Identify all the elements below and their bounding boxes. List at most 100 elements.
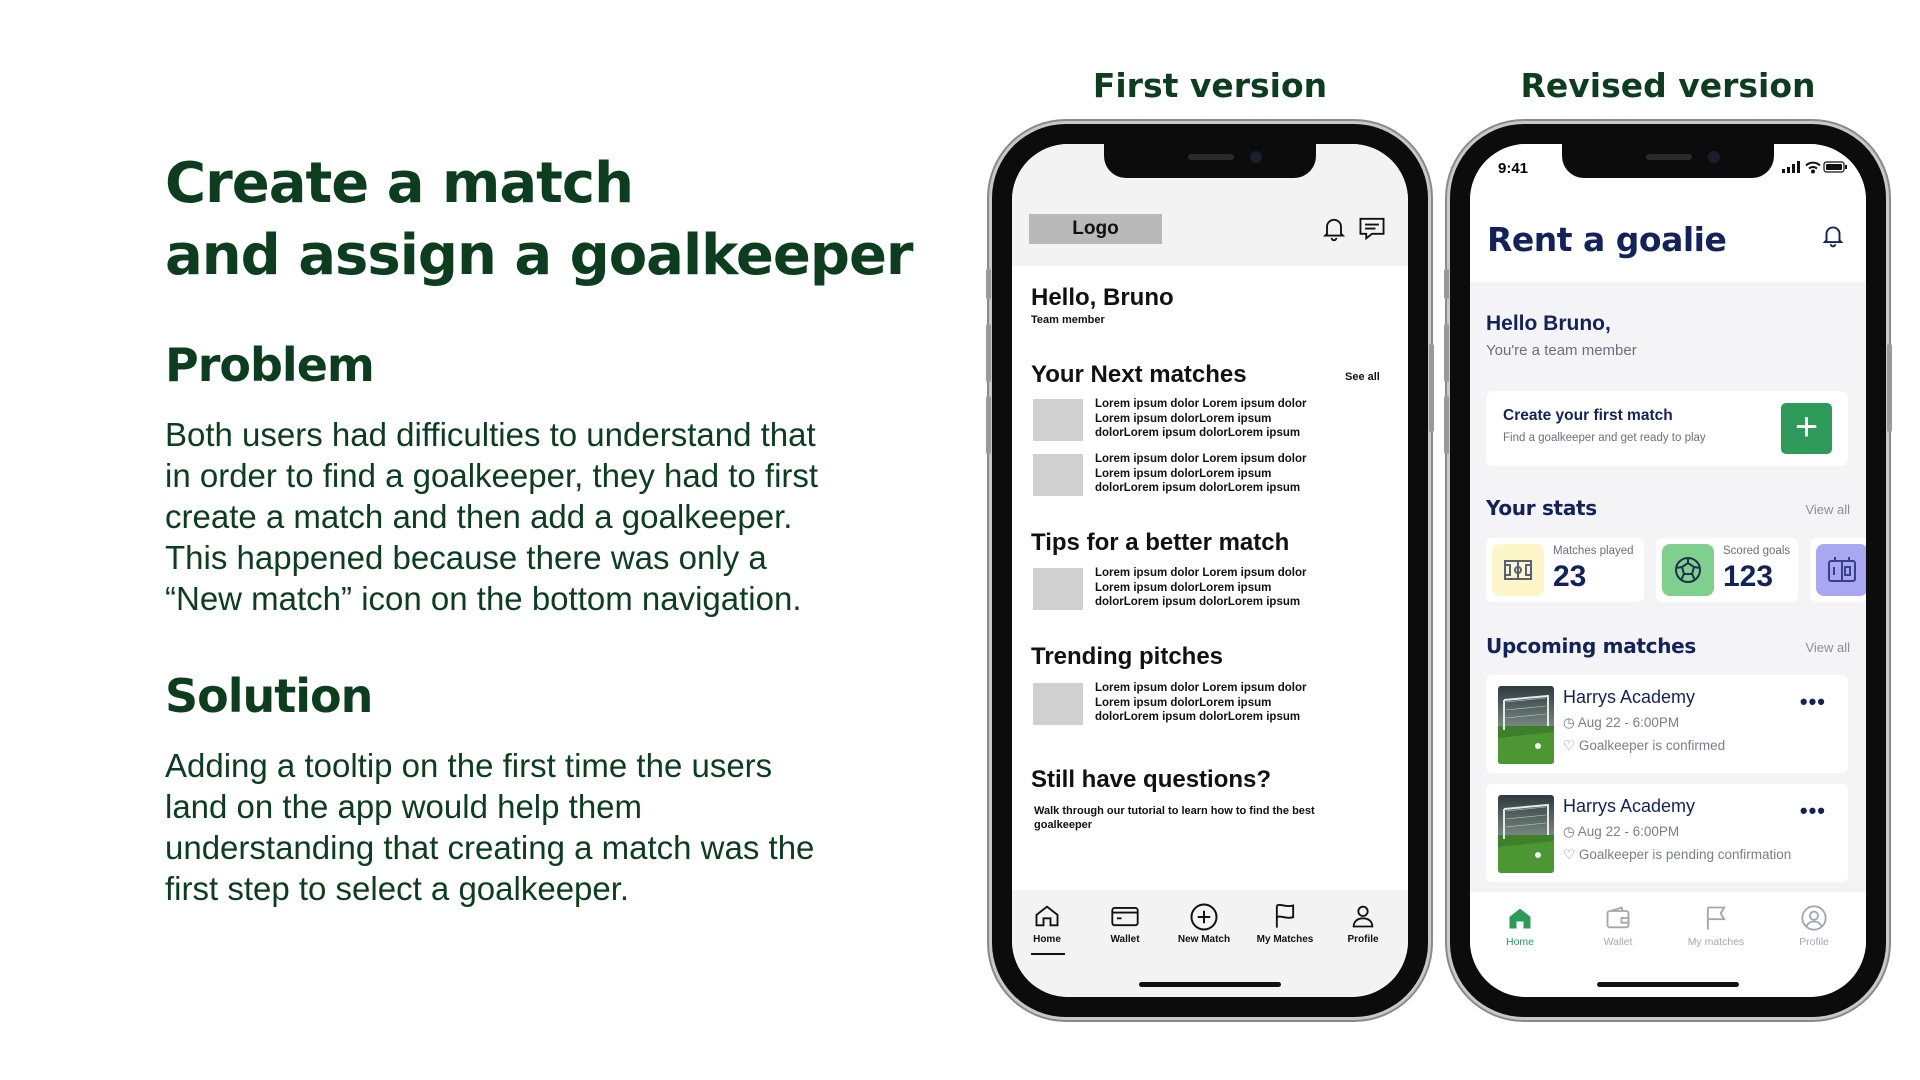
signal-icon (1782, 161, 1800, 173)
active-tab-indicator (1031, 953, 1065, 955)
revised-version-label: Revised version (1520, 66, 1816, 105)
match-status-text: Goalkeeper is confirmed (1578, 738, 1726, 753)
stats-view-all-link[interactable]: View all (1805, 502, 1850, 517)
stat-card-partial (1810, 538, 1866, 602)
pitch-photo (1498, 686, 1554, 764)
nav-label: My Matches (1256, 934, 1314, 945)
problem-line: create a match and then add a goalkeeper… (165, 498, 793, 535)
wallet-icon (1111, 907, 1139, 927)
match-name: Harrys Academy (1563, 796, 1696, 816)
nav-label: My matches (1687, 936, 1745, 948)
solution-line: first step to select a goalkeeper. (165, 870, 630, 907)
phone-notch (1104, 144, 1316, 178)
match-card[interactable]: Harrys Academy ◷ Aug 22 - 6:00PM ♡ Goalk… (1486, 784, 1848, 882)
pitch-photo (1498, 795, 1554, 873)
clock-icon: ◷ (1563, 715, 1575, 730)
add-match-button[interactable]: + (1781, 403, 1832, 454)
match-status: ♡ Goalkeeper is pending confirmation (1563, 847, 1791, 863)
tips-title: Tips for a better match (1031, 529, 1290, 556)
solution-body: Adding a tooltip on the first time the u… (165, 745, 925, 909)
list-item[interactable]: Lorem ipsum dolor Lorem ipsum dolor Lore… (1033, 566, 1373, 612)
nav-label: Profile (1799, 936, 1829, 948)
upcoming-title: Upcoming matches (1486, 634, 1697, 658)
user-icon (1801, 905, 1827, 931)
nav-item-home[interactable]: Home (1012, 902, 1082, 945)
list-item[interactable]: Lorem ipsum dolor Lorem ipsum dolor Lore… (1033, 397, 1373, 443)
status-time: 9:41 (1498, 160, 1529, 177)
list-item[interactable]: Lorem ipsum dolor Lorem ipsum dolor Lore… (1033, 681, 1373, 727)
stat-label: Scored goals (1723, 545, 1791, 557)
glove-icon: ♡ (1563, 847, 1576, 862)
placeholder-text: Lorem ipsum dolorLorem ipsum (1095, 696, 1272, 709)
questions-text: Walk through our tutorial to learn how t… (1034, 805, 1315, 831)
create-match-title: Create your first match (1503, 407, 1673, 424)
glove-icon: ♡ (1563, 738, 1576, 753)
stat-card-matches: Matches played 23 (1486, 538, 1644, 602)
nav-label: Wallet (1110, 934, 1140, 945)
nav-label: Home (1505, 936, 1534, 948)
match-date-text: Aug 22 - 6:00PM (1577, 715, 1680, 730)
more-options-icon[interactable]: ••• (1800, 798, 1826, 824)
greeting: Hello Bruno, (1486, 312, 1611, 335)
logo-placeholder: Logo (1029, 214, 1162, 244)
nav-label: Home (1033, 934, 1061, 945)
placeholder-text: dolorLorem ipsum dolorLorem ipsum (1095, 482, 1301, 494)
placeholder-text: Lorem ipsum dolor Lorem ipsum dolor (1095, 682, 1307, 694)
user-role: Team member (1031, 314, 1105, 326)
match-date: ◷ Aug 22 - 6:00PM (1563, 824, 1679, 840)
plus-circle-icon (1190, 903, 1218, 931)
placeholder-text: Lorem ipsum dolorLorem ipsum (1095, 467, 1272, 480)
match-status: ♡ Goalkeeper is confirmed (1563, 738, 1725, 754)
match-card[interactable]: Harrys Academy ◷ Aug 22 - 6:00PM ♡ Goalk… (1486, 675, 1848, 773)
image-placeholder (1033, 683, 1083, 725)
match-name: Harrys Academy (1563, 687, 1696, 707)
match-status-text: Goalkeeper is pending confirmation (1578, 847, 1792, 862)
nav-item-new-match[interactable]: New Match (1169, 902, 1239, 945)
solution-title: Solution (165, 669, 373, 723)
phone-side-button (1429, 344, 1434, 432)
stats-title: Your stats (1486, 496, 1597, 520)
bell-icon[interactable] (1320, 214, 1348, 242)
solution-line: land on the app would help them (165, 788, 643, 825)
problem-line: “New match” icon on the bottom navigatio… (165, 580, 802, 617)
trending-title: Trending pitches (1031, 643, 1224, 670)
nav-item-home[interactable]: Home (1480, 904, 1560, 948)
headline-line-2: and assign a goalkeeper (165, 223, 914, 288)
create-match-card[interactable]: Create your first match Find a goalkeepe… (1486, 391, 1848, 466)
home-icon (1035, 905, 1059, 927)
wallet-icon (1606, 906, 1630, 929)
nav-item-profile[interactable]: Profile (1774, 904, 1854, 948)
nav-item-profile[interactable]: Profile (1328, 902, 1398, 945)
headline-line-1: Create a match (165, 151, 634, 216)
nav-item-wallet[interactable]: Wallet (1090, 902, 1160, 945)
phone-side-button (1887, 344, 1892, 432)
match-date: ◷ Aug 22 - 6:00PM (1563, 715, 1679, 731)
problem-line: Both users had difficulties to understan… (165, 416, 816, 453)
greeting: Hello, Bruno (1031, 284, 1174, 311)
solution-line: understanding that creating a match was … (165, 829, 815, 866)
questions-title: Still have questions? (1031, 766, 1272, 793)
phone-side-button (1444, 396, 1449, 454)
bottom-nav: Home Wallet New Match My Matches Profile (1012, 890, 1408, 997)
see-all-link[interactable]: See all (1345, 371, 1380, 383)
bell-icon[interactable] (1820, 222, 1846, 253)
placeholder-text: Lorem ipsum dolorLorem ipsum (1095, 581, 1272, 594)
phone-side-button (1444, 324, 1449, 382)
ball-icon (1662, 544, 1714, 596)
revised-version-phone: 9:41 Rent a goalie Hello Bruno, You're a… (1444, 124, 1892, 1017)
home-indicator (1597, 982, 1739, 987)
pitch-icon (1492, 544, 1544, 596)
clock-icon: ◷ (1563, 824, 1575, 839)
more-options-icon[interactable]: ••• (1800, 689, 1826, 715)
nav-item-my-matches[interactable]: My matches (1676, 904, 1756, 948)
placeholder-text: Lorem ipsum dolor Lorem ipsum dolor (1095, 567, 1307, 579)
list-item[interactable]: Lorem ipsum dolor Lorem ipsum dolor Lore… (1033, 452, 1373, 498)
chat-icon[interactable] (1357, 214, 1385, 242)
stat-value: 123 (1723, 560, 1774, 593)
phone-notch (1562, 144, 1774, 178)
problem-body: Both users had difficulties to understan… (165, 414, 925, 619)
nav-item-my-matches[interactable]: My Matches (1250, 902, 1320, 945)
nav-item-wallet[interactable]: Wallet (1578, 904, 1658, 948)
upcoming-view-all-link[interactable]: View all (1805, 640, 1850, 655)
phone-side-button (1444, 269, 1449, 299)
